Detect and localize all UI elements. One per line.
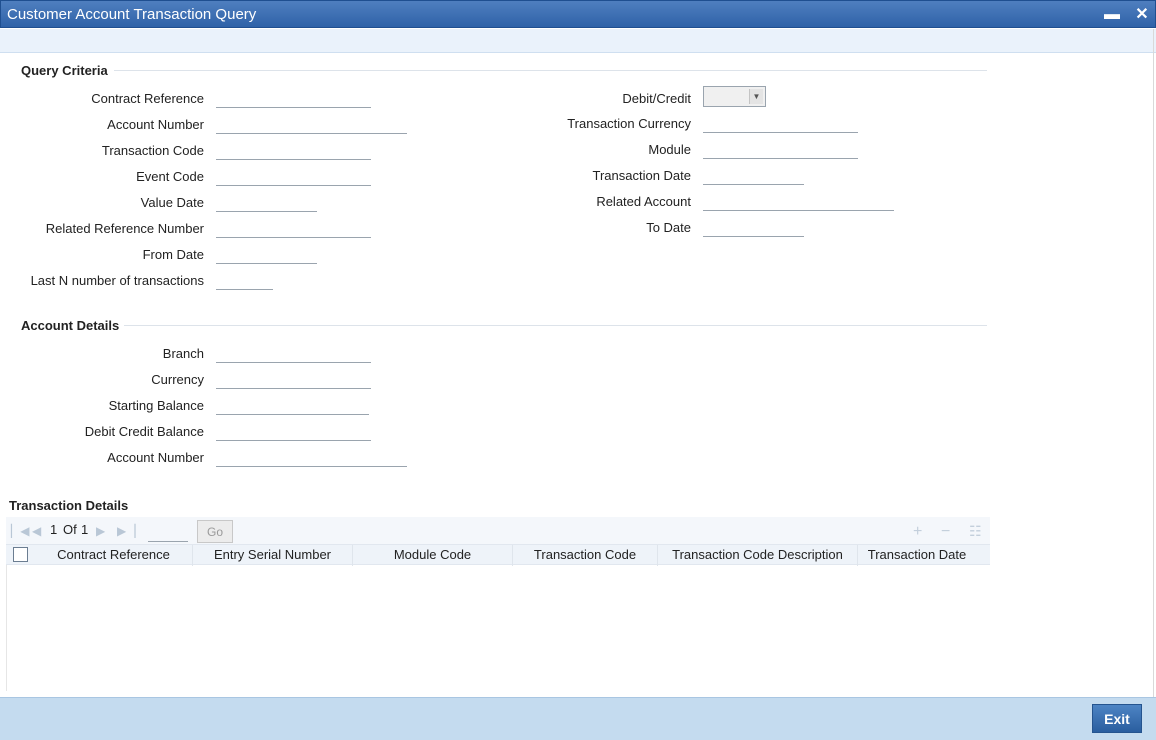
value-date-label: Value Date — [140, 195, 204, 210]
transaction-date-input[interactable] — [703, 165, 804, 185]
related-reference-number-input[interactable] — [216, 218, 371, 238]
related-reference-number-label: Related Reference Number — [45, 221, 204, 236]
transaction-currency-label: Transaction Currency — [567, 116, 691, 131]
current-page: 1 — [50, 522, 58, 537]
transaction-details-title: Transaction Details — [9, 498, 129, 513]
previous-page-icon[interactable]: ◀ — [32, 524, 41, 538]
col-transaction-date[interactable]: Transaction Date — [858, 545, 976, 566]
contract-reference-label: Contract Reference — [91, 91, 204, 106]
branch-input[interactable] — [216, 343, 371, 363]
query-criteria-title: Query Criteria — [21, 63, 108, 78]
account-number-input[interactable] — [216, 114, 407, 134]
col-entry-serial-number[interactable]: Entry Serial Number — [193, 545, 353, 566]
last-n-transactions-label: Last N number of transactions — [30, 273, 204, 288]
starting-balance-input[interactable] — [216, 395, 369, 415]
footer-bar: Exit — [0, 697, 1156, 740]
transaction-date-label: Transaction Date — [592, 168, 691, 183]
page-of-label: Of — [63, 522, 77, 537]
contract-reference-input[interactable] — [216, 88, 371, 108]
page-number-input[interactable] — [148, 531, 188, 542]
add-row-icon[interactable]: + — [913, 523, 922, 541]
go-button[interactable]: Go — [197, 520, 233, 543]
last-page-icon[interactable]: ▶▕ — [117, 524, 135, 538]
col-transaction-code[interactable]: Transaction Code — [513, 545, 658, 566]
debit-credit-label: Debit/Credit — [622, 91, 691, 106]
currency-input[interactable] — [216, 369, 371, 389]
col-contract-reference[interactable]: Contract Reference — [35, 545, 193, 566]
branch-label: Branch — [162, 346, 204, 361]
to-date-input[interactable] — [703, 217, 804, 237]
select-all-checkbox[interactable] — [13, 547, 28, 562]
to-date-label: To Date — [646, 220, 691, 235]
account-details-divider — [124, 325, 987, 326]
total-pages: 1 — [81, 522, 89, 537]
col-transaction-code-description[interactable]: Transaction Code Description — [658, 545, 858, 566]
grid-body — [6, 565, 990, 691]
account-details-title: Account Details — [21, 318, 120, 333]
first-page-icon[interactable]: ▏◀ — [11, 524, 29, 538]
window-title: Customer Account Transaction Query — [7, 6, 257, 23]
debit-credit-balance-label: Debit Credit Balance — [84, 424, 204, 439]
from-date-input[interactable] — [216, 244, 317, 264]
transaction-code-input[interactable] — [216, 140, 371, 160]
next-page-icon[interactable]: ▶ — [96, 524, 105, 538]
account-number-detail-label: Account Number — [107, 450, 204, 465]
module-label: Module — [648, 142, 691, 157]
chevron-down-icon[interactable]: ▼ — [749, 89, 763, 104]
list-view-icon[interactable]: ☷ — [969, 523, 982, 540]
exit-button[interactable]: Exit — [1092, 704, 1142, 733]
value-date-input[interactable] — [216, 192, 317, 212]
right-border — [1153, 29, 1154, 697]
window-subbar — [0, 29, 1156, 53]
transaction-code-label: Transaction Code — [101, 143, 204, 158]
close-icon[interactable]: ✕ — [1132, 5, 1152, 25]
account-number-detail-input[interactable] — [216, 447, 407, 467]
last-n-transactions-input[interactable] — [216, 270, 273, 290]
related-account-input[interactable] — [703, 191, 894, 211]
minimize-icon[interactable]: ▬ — [1102, 5, 1122, 25]
col-module-code[interactable]: Module Code — [353, 545, 513, 566]
event-code-input[interactable] — [216, 166, 371, 186]
grid-header: Contract Reference Entry Serial Number M… — [6, 544, 990, 566]
starting-balance-label: Starting Balance — [108, 398, 204, 413]
account-number-label: Account Number — [107, 117, 204, 132]
event-code-label: Event Code — [136, 169, 204, 184]
debit-credit-select[interactable]: ▼ — [703, 86, 766, 107]
from-date-label: From Date — [142, 247, 204, 262]
window-titlebar: Customer Account Transaction Query ▬ ✕ — [0, 0, 1156, 28]
debit-credit-balance-input[interactable] — [216, 421, 371, 441]
query-criteria-divider — [114, 70, 987, 71]
transaction-currency-input[interactable] — [703, 113, 858, 133]
currency-label: Currency — [151, 372, 204, 387]
related-account-label: Related Account — [596, 194, 691, 209]
module-input[interactable] — [703, 139, 858, 159]
delete-row-icon[interactable]: − — [941, 523, 950, 541]
